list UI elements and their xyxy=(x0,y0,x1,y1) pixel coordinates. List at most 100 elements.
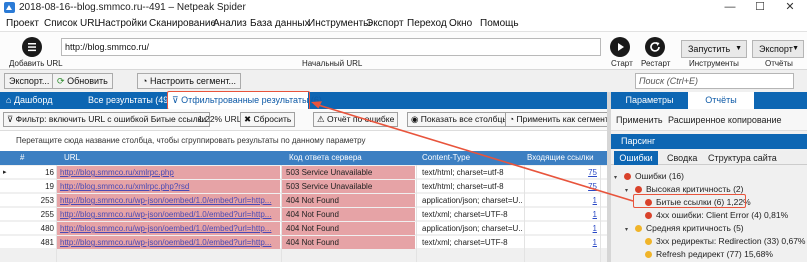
column-divider xyxy=(524,165,525,262)
annotation-highlight-tree-item xyxy=(633,194,746,208)
tree-item[interactable]: ▾ Средняя критичность (5) xyxy=(625,222,744,235)
chevron-down-icon[interactable]: ▾ xyxy=(614,172,624,185)
tab-parameters[interactable]: Параметры xyxy=(611,92,688,109)
filter-description: ⊽ Фильтр: включить URL с ошибкой Битые с… xyxy=(3,112,211,127)
column-divider xyxy=(281,165,282,262)
tree-item[interactable]: Refresh редирект (77) 15,68% xyxy=(635,248,773,261)
tree-item[interactable]: 4xx ошибки: Client Error (4) 0,81% xyxy=(635,209,788,222)
tree-item-label: 4xx ошибки: Client Error (4) 0,81% xyxy=(656,210,789,220)
cell-url[interactable]: http://blog.smmco.ru/xmlrpc.php?rsd xyxy=(56,180,280,193)
cell-incoming-links[interactable]: 1 xyxy=(527,194,597,207)
menu-analysis[interactable]: Анализ xyxy=(213,18,247,29)
cell-url[interactable]: http://blog.smmco.ru/wp-json/oembed/1.0/… xyxy=(56,194,280,207)
maximize-button[interactable]: ☐ xyxy=(745,0,775,16)
severity-dot-icon xyxy=(645,238,652,245)
reports-select-value: Экспорт xyxy=(759,44,793,54)
reports-select[interactable]: Экспорт ▼ xyxy=(752,40,804,58)
refresh-button[interactable]: ⟳ Обновить xyxy=(52,73,113,89)
apply-segment-label: Применить как сегмент xyxy=(516,114,609,124)
cell-status-code: 503 Service Unavailable xyxy=(282,166,415,179)
menu-url-list[interactable]: Список URL xyxy=(44,18,100,29)
cell-content-type: application/json; charset=U... xyxy=(422,196,523,205)
cell-url[interactable]: http://blog.smmco.ru/wp-json/oembed/1.0/… xyxy=(56,222,280,235)
severity-dot-icon xyxy=(624,173,631,180)
table-row[interactable]: 481 http://blog.smmco.ru/wp-json/oembed/1… xyxy=(0,236,607,249)
menu-scanning[interactable]: Сканирование xyxy=(149,18,216,29)
column-divider xyxy=(416,165,417,262)
title-bar: 2018-08-16--blog.smmco.ru--491 – Netpeak… xyxy=(0,0,807,16)
start-caption: Старт xyxy=(611,59,633,68)
menu-navigate[interactable]: Переход xyxy=(407,18,447,29)
tab-dashboard-label: Дашборд xyxy=(13,95,53,105)
table-row[interactable]: ▸ 16 http://blog.smmco.ru/xmlrpc.php 503 Se… xyxy=(0,166,607,179)
cell-incoming-links[interactable]: 1 xyxy=(527,222,597,235)
menu-help[interactable]: Помощь xyxy=(480,18,519,29)
apply-segment-button[interactable]: ◔ Применить как сегмент xyxy=(505,112,613,127)
menu-settings[interactable]: Настройки xyxy=(98,18,147,29)
reports-caption: Отчёты xyxy=(765,59,793,68)
cell-index: 253 xyxy=(40,196,54,205)
subtab-errors[interactable]: Ошибки xyxy=(614,151,658,165)
tab-all-results[interactable]: Все результаты (491) xyxy=(84,92,176,109)
parsing-section-header: Парсинг xyxy=(611,134,807,149)
reset-filter-button[interactable]: ✖ Сбросить xyxy=(240,112,296,127)
cell-index: 16 xyxy=(45,168,54,177)
filter-label: Фильтр: включить URL с ошибкой Битые ссы… xyxy=(15,114,207,124)
cell-content-type: application/json; charset=U... xyxy=(422,224,523,233)
subtab-site-structure[interactable]: Структура сайта xyxy=(708,151,777,165)
start-button[interactable] xyxy=(610,37,630,57)
configure-segment-label: Настроить сегмент... xyxy=(149,76,237,86)
add-url-button[interactable] xyxy=(22,37,42,57)
tab-reports[interactable]: Отчёты xyxy=(688,92,754,109)
column-header-status-code[interactable]: Код ответа сервера xyxy=(289,151,362,165)
table-row[interactable]: 253 http://blog.smmco.ru/wp-json/oembed/1… xyxy=(0,194,607,207)
cell-incoming-links[interactable]: 75 xyxy=(527,180,597,193)
tools-select[interactable]: Запустить ▼ xyxy=(681,40,747,58)
export-button[interactable]: Экспорт... xyxy=(4,73,55,89)
close-button[interactable]: ✕ xyxy=(775,0,805,16)
list-icon xyxy=(28,43,36,52)
table-row[interactable]: 480 http://blog.smmco.ru/wp-json/oembed/1… xyxy=(0,222,607,235)
menu-export[interactable]: Экспорт xyxy=(366,18,404,29)
tree-item-label: Высокая критичность (2) xyxy=(646,184,744,194)
show-all-columns-button[interactable]: ◉ Показать все столбцы xyxy=(407,112,513,127)
tree-item[interactable]: 3xx редиректы: Redirection (33) 0,67% xyxy=(635,235,806,248)
start-url-input[interactable]: http://blog.smmco.ru/ xyxy=(61,38,601,56)
start-url-caption: Начальный URL xyxy=(302,59,363,68)
cell-incoming-links[interactable]: 1 xyxy=(527,236,597,249)
minimize-button[interactable]: — xyxy=(715,0,745,16)
cell-content-type: text/xml; charset=UTF-8 xyxy=(422,238,508,247)
menu-window[interactable]: Окно xyxy=(449,18,472,29)
column-header-url[interactable]: URL xyxy=(64,151,80,165)
cell-url[interactable]: http://blog.smmco.ru/wp-json/oembed/1.0/… xyxy=(56,208,280,221)
cell-url[interactable]: http://blog.smmco.ru/wp-json/oembed/1.0/… xyxy=(56,236,280,249)
column-header-incoming-links[interactable]: Входящие ссылки xyxy=(527,151,594,165)
chevron-down-icon[interactable]: ▾ xyxy=(625,224,635,237)
tab-dashboard[interactable]: ⌂ Дашборд xyxy=(2,92,74,109)
cell-status-code: 404 Not Found xyxy=(282,222,415,235)
tree-item-label: Ошибки (16) xyxy=(635,171,684,181)
menu-project[interactable]: Проект xyxy=(6,18,39,29)
apply-link[interactable]: Применить xyxy=(616,115,663,125)
cell-incoming-links[interactable]: 1 xyxy=(527,208,597,221)
column-header-content-type[interactable]: Content-Type xyxy=(422,151,470,165)
table-row[interactable]: 19 http://blog.smmco.ru/xmlrpc.php?rsd 503… xyxy=(0,180,607,193)
table-row[interactable]: 255 http://blog.smmco.ru/wp-json/oembed/1… xyxy=(0,208,607,221)
search-input[interactable]: Поиск (Ctrl+E) xyxy=(635,73,794,89)
advanced-copy-link[interactable]: Расширенное копирование xyxy=(668,115,782,125)
severity-dot-icon xyxy=(645,212,652,219)
tree-item[interactable]: ▾ Ошибки (16) xyxy=(614,170,684,183)
cell-content-type: text/html; charset=utf-8 xyxy=(422,182,504,191)
tree-item-label: 3xx редиректы: Redirection (33) 0,67% xyxy=(656,236,806,246)
subtab-summary[interactable]: Сводка xyxy=(667,151,697,165)
menu-tools[interactable]: Инструменты xyxy=(308,18,370,29)
cell-incoming-links[interactable]: 75 xyxy=(527,166,597,179)
configure-segment-button[interactable]: ◔ Настроить сегмент... xyxy=(137,73,242,89)
error-report-button[interactable]: ⚠ Отчёт по ошибке xyxy=(313,112,399,127)
menu-database[interactable]: База данных xyxy=(250,18,310,29)
group-by-hint: Перетащите сюда название столбца, чтобы … xyxy=(0,131,607,151)
column-header-index[interactable]: # xyxy=(20,151,24,165)
column-divider xyxy=(600,165,601,262)
restart-button[interactable] xyxy=(645,37,665,57)
cell-url[interactable]: http://blog.smmco.ru/xmlrpc.php xyxy=(56,166,280,179)
